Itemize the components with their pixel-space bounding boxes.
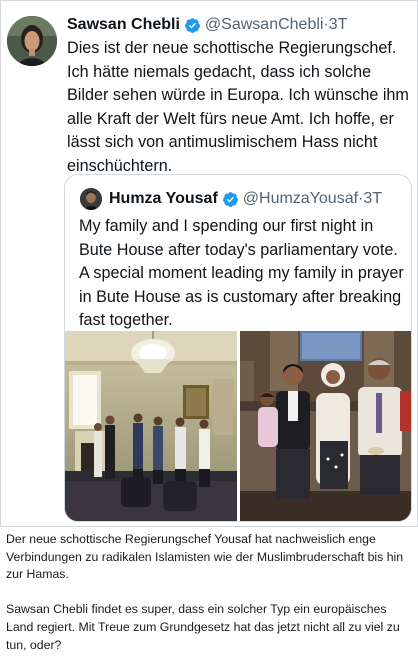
quoted-tweet-header: Humza Yousaf @HumzaYousaf · 3T: [109, 187, 382, 211]
verified-badge-icon: [222, 191, 238, 207]
quoted-author-name[interactable]: Humza Yousaf: [109, 190, 218, 208]
author-avatar[interactable]: [7, 16, 57, 66]
tweet-text: Dies ist der neue schottische Regierungs…: [67, 39, 409, 175]
tweet-card[interactable]: Sawsan Chebli @SawsanChebli · 3T Dies is…: [0, 0, 418, 527]
quoted-tweet-text: My family and I spending our first night…: [79, 217, 404, 330]
prayer-room-photo: [65, 331, 237, 521]
quoted-avatar-portrait: [80, 188, 102, 210]
author-handle[interactable]: @SawsanChebli: [205, 16, 324, 34]
verified-badge-icon: [184, 17, 200, 33]
avatar-portrait: [7, 16, 57, 66]
comment-paragraph-2: Sawsan Chebli findet es super, dass ein …: [6, 602, 400, 652]
quoted-photo-prayer[interactable]: [65, 331, 237, 521]
tweet-header: Sawsan Chebli @SawsanChebli · 3T: [67, 14, 347, 36]
comment-text: Der neue schottische Regierungschef Yous…: [6, 531, 414, 654]
quoted-photo-family[interactable]: [240, 331, 411, 521]
quoted-author-handle[interactable]: @HumzaYousaf: [243, 190, 358, 208]
quoted-tweet-time[interactable]: 3T: [363, 190, 382, 208]
quoted-tweet[interactable]: Humza Yousaf @HumzaYousaf · 3T My family…: [64, 174, 412, 522]
family-photo: [240, 331, 411, 521]
comment-paragraph-1: Der neue schottische Regierungschef Yous…: [6, 532, 404, 582]
quoted-author-avatar[interactable]: [80, 188, 102, 210]
author-name[interactable]: Sawsan Chebli: [67, 16, 180, 34]
tweet-time[interactable]: 3T: [329, 16, 348, 34]
